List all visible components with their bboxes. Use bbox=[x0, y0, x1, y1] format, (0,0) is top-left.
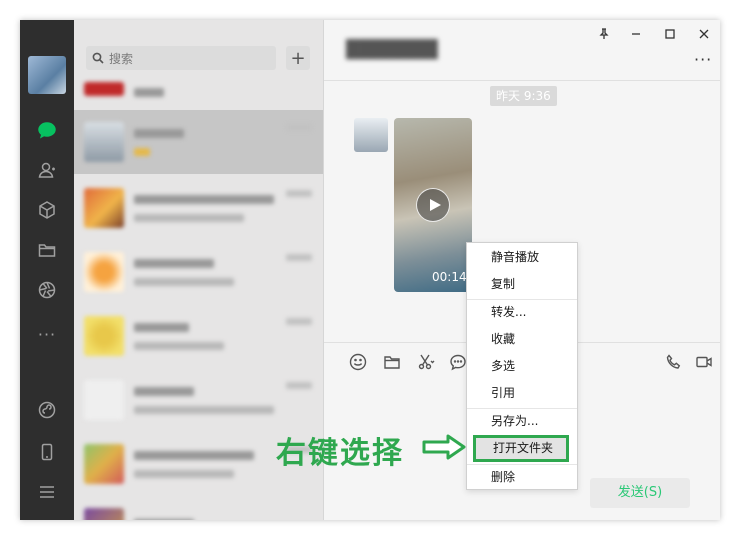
pin-button[interactable] bbox=[592, 24, 616, 44]
favorites-icon[interactable] bbox=[33, 196, 61, 224]
close-icon bbox=[699, 29, 709, 39]
menu-item-forward[interactable]: 转发... bbox=[467, 299, 577, 326]
menu-item-save-as[interactable]: 另存为... bbox=[467, 408, 577, 435]
play-icon bbox=[429, 199, 441, 211]
menu-icon[interactable] bbox=[33, 478, 61, 506]
maximize-icon bbox=[665, 29, 675, 39]
list-item[interactable] bbox=[74, 110, 323, 174]
chat-title: ███████ bbox=[346, 40, 438, 60]
annotation-label: 右键选择 bbox=[276, 436, 404, 471]
list-item[interactable] bbox=[74, 176, 323, 240]
menu-item-quote[interactable]: 引用 bbox=[467, 380, 577, 407]
video-call-button[interactable] bbox=[692, 350, 716, 374]
plus-icon: + bbox=[290, 47, 306, 69]
user-avatar[interactable] bbox=[28, 56, 66, 94]
more-icon[interactable]: ··· bbox=[33, 320, 61, 348]
menu-item-mute-play[interactable]: 静音播放 bbox=[467, 244, 577, 271]
search-placeholder: 搜索 bbox=[109, 51, 134, 66]
close-button[interactable] bbox=[692, 24, 716, 44]
folder-icon bbox=[384, 356, 400, 369]
list-item[interactable] bbox=[74, 496, 323, 520]
video-duration: 00:14 bbox=[432, 270, 467, 284]
menu-item-delete[interactable]: 删除 bbox=[467, 464, 577, 491]
list-item[interactable] bbox=[74, 240, 323, 304]
menu-item-multi-select[interactable]: 多选 bbox=[467, 353, 577, 380]
menu-item-copy[interactable]: 复制 bbox=[467, 271, 577, 298]
divider bbox=[324, 80, 720, 81]
video-message[interactable]: 00:14 bbox=[394, 118, 472, 292]
nav-bar: ··· bbox=[20, 20, 74, 520]
miniprogram-icon[interactable] bbox=[33, 396, 61, 424]
pin-icon bbox=[599, 28, 609, 39]
maximize-button[interactable] bbox=[658, 24, 682, 44]
search-input[interactable]: 搜索 bbox=[86, 46, 276, 70]
phone-call-icon bbox=[666, 354, 681, 369]
menu-item-open-folder[interactable]: 打开文件夹 bbox=[473, 435, 569, 462]
emoji-icon bbox=[349, 353, 367, 371]
search-icon bbox=[92, 52, 104, 64]
more-options-icon[interactable]: ··· bbox=[694, 50, 712, 69]
scissors-icon bbox=[418, 354, 435, 370]
minimize-button[interactable] bbox=[624, 24, 648, 44]
phone-icon[interactable] bbox=[33, 438, 61, 466]
folder-icon[interactable] bbox=[33, 236, 61, 264]
send-button[interactable]: 发送(S) bbox=[590, 478, 690, 508]
send-file-button[interactable] bbox=[380, 350, 404, 374]
emoji-button[interactable] bbox=[346, 350, 370, 374]
play-button[interactable] bbox=[416, 188, 450, 222]
minimize-icon bbox=[632, 33, 640, 35]
message-timestamp: 昨天 9:36 bbox=[490, 86, 557, 106]
screenshot-button[interactable] bbox=[414, 350, 438, 374]
message-icon bbox=[450, 354, 466, 371]
voice-call-button[interactable] bbox=[662, 350, 686, 374]
video-call-icon bbox=[696, 356, 712, 368]
contacts-icon[interactable] bbox=[33, 156, 61, 184]
chat-icon[interactable] bbox=[33, 116, 61, 144]
add-chat-button[interactable]: + bbox=[286, 46, 310, 70]
context-menu: 静音播放 复制 转发... 收藏 多选 引用 另存为... 打开文件夹 删除 bbox=[466, 242, 578, 490]
list-item[interactable] bbox=[74, 304, 323, 368]
list-item[interactable] bbox=[74, 74, 323, 110]
arrow-right-icon bbox=[422, 434, 466, 460]
list-item[interactable] bbox=[74, 368, 323, 432]
moments-icon[interactable] bbox=[33, 276, 61, 304]
menu-item-favorite[interactable]: 收藏 bbox=[467, 326, 577, 353]
sender-avatar[interactable] bbox=[354, 118, 388, 152]
